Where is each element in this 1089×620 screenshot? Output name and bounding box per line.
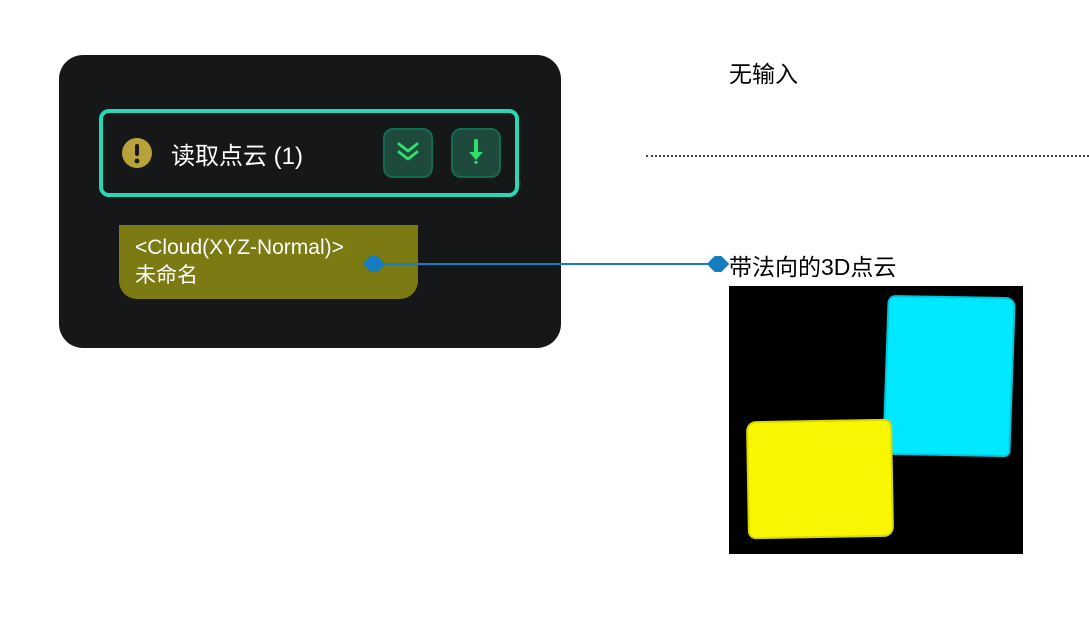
- expand-down-icon: [395, 138, 421, 169]
- section-divider: [646, 155, 1089, 157]
- output-description-label: 带法向的3D点云: [729, 248, 896, 282]
- no-input-label: 无输入: [729, 55, 798, 89]
- pointcloud-preview: [729, 286, 1023, 554]
- execute-button[interactable]: [451, 128, 501, 178]
- node-card: 读取点云 (1) <Cloud(XYZ-Normal)> 未命名: [59, 55, 561, 348]
- warning-icon: [121, 137, 153, 169]
- pointcloud-object-yellow: [746, 419, 894, 540]
- node-header[interactable]: 读取点云 (1): [99, 109, 519, 197]
- execute-icon: [463, 138, 489, 169]
- pointcloud-object-cyan: [882, 295, 1016, 457]
- output-type-label: <Cloud(XYZ-Normal)>: [135, 234, 402, 262]
- node-output-port[interactable]: <Cloud(XYZ-Normal)> 未命名: [119, 225, 418, 299]
- node-title: 读取点云 (1): [171, 136, 365, 171]
- expand-button[interactable]: [383, 128, 433, 178]
- diagram-stage: 读取点云 (1) <Cloud(XYZ-Normal)> 未命名 无输入: [0, 0, 1089, 620]
- output-name-label: 未命名: [135, 262, 402, 290]
